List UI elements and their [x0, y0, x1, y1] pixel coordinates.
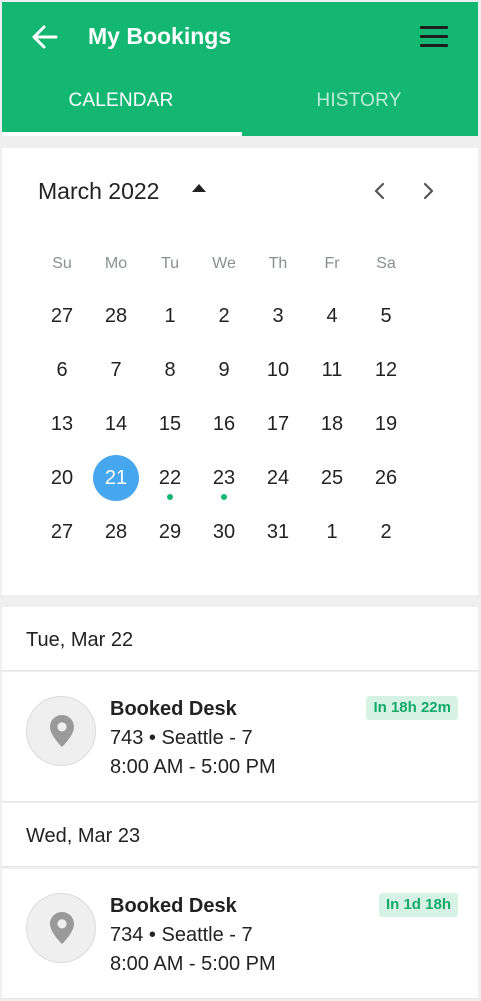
calendar: March 2022 Su Mo Tu We Th Fr Sa 27 28 1 2 3 4 5 6 7 8 9 1…	[2, 148, 478, 595]
weekday-label: Tu	[160, 255, 180, 272]
calendar-day[interactable]: 5	[363, 293, 409, 339]
calendar-day[interactable]: 14	[93, 401, 139, 447]
calendar-day[interactable]: 20	[39, 455, 85, 501]
calendar-day[interactable]: 16	[201, 401, 247, 447]
calendar-day[interactable]: 19	[363, 401, 409, 447]
chevron-left-icon[interactable]	[370, 180, 390, 202]
page-title: My Bookings	[88, 23, 232, 49]
location-pin-icon	[26, 893, 96, 963]
booking-time: 8:00 AM - 5:00 PM	[110, 756, 276, 778]
calendar-day[interactable]: 1	[147, 293, 193, 339]
weekday-label: We	[212, 255, 236, 272]
calendar-day[interactable]: 18	[309, 401, 355, 447]
calendar-day[interactable]: 3	[255, 293, 301, 339]
booking-location: 743 • Seattle - 7	[110, 727, 253, 749]
date-header-label: Tue, Mar 22	[26, 629, 134, 651]
back-arrow-icon[interactable]	[30, 22, 60, 52]
hamburger-menu-icon[interactable]	[418, 24, 452, 50]
calendar-day[interactable]: 26	[363, 455, 409, 501]
calendar-day[interactable]: 28	[93, 293, 139, 339]
calendar-day[interactable]: 27	[39, 293, 85, 339]
tab-calendar[interactable]: CALENDAR	[2, 70, 240, 134]
calendar-day[interactable]: 6	[39, 347, 85, 393]
chevron-right-icon[interactable]	[418, 180, 438, 202]
booking-location: 734 • Seattle - 7	[110, 924, 253, 946]
booking-indicator-dot	[221, 494, 227, 500]
calendar-day[interactable]: 29	[147, 509, 193, 555]
calendar-day[interactable]: 13	[39, 401, 85, 447]
calendar-day[interactable]: 10	[255, 347, 301, 393]
calendar-day[interactable]: 9	[201, 347, 247, 393]
calendar-day[interactable]: 31	[255, 509, 301, 555]
calendar-day[interactable]: 2	[201, 293, 247, 339]
tab-history[interactable]: HISTORY	[240, 70, 478, 134]
calendar-day[interactable]: 21	[93, 455, 139, 501]
calendar-day[interactable]: 27	[39, 509, 85, 555]
calendar-day[interactable]: 24	[255, 455, 301, 501]
calendar-day[interactable]: 28	[93, 509, 139, 555]
time-until-badge: In 1d 18h	[378, 893, 458, 917]
calendar-day[interactable]: 2	[363, 509, 409, 555]
date-header-label: Wed, Mar 23	[26, 825, 141, 847]
time-until-badge: In 18h 22m	[366, 696, 458, 720]
booking-title: Booked Desk	[110, 895, 237, 917]
booking-time: 8:00 AM - 5:00 PM	[110, 953, 276, 975]
month-label[interactable]: March 2022	[38, 176, 159, 206]
date-header: Tue, Mar 22	[2, 607, 478, 671]
weekday-label: Sa	[376, 255, 396, 272]
booking-indicator-dot	[167, 494, 173, 500]
booking-card[interactable]: Booked Desk 734 • Seattle - 7 8:00 AM - …	[2, 869, 478, 999]
calendar-day[interactable]: 4	[309, 293, 355, 339]
active-tab-indicator	[2, 132, 242, 136]
booking-title: Booked Desk	[110, 698, 237, 720]
calendar-day[interactable]: 8	[147, 347, 193, 393]
calendar-day[interactable]: 30	[201, 509, 247, 555]
location-pin-icon	[26, 696, 96, 766]
calendar-day[interactable]: 11	[309, 347, 355, 393]
weekday-label: Su	[52, 255, 72, 272]
calendar-day[interactable]: 15	[147, 401, 193, 447]
calendar-day[interactable]: 1	[309, 509, 355, 555]
calendar-day[interactable]: 12	[363, 347, 409, 393]
date-header: Wed, Mar 23	[2, 803, 478, 867]
booking-card[interactable]: Booked Desk 743 • Seattle - 7 8:00 AM - …	[2, 672, 478, 802]
calendar-day[interactable]: 17	[255, 401, 301, 447]
calendar-day[interactable]: 25	[309, 455, 355, 501]
weekday-label: Fr	[324, 255, 340, 272]
weekday-label: Mo	[104, 255, 128, 272]
calendar-day[interactable]: 7	[93, 347, 139, 393]
weekday-label: Th	[268, 255, 288, 272]
caret-up-icon[interactable]	[192, 184, 206, 192]
